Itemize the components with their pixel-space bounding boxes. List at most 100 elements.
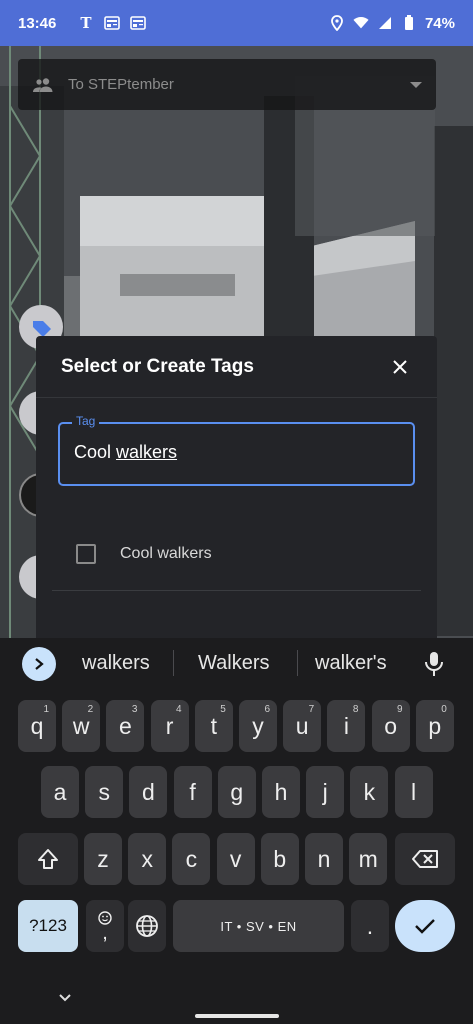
project-select[interactable]: To STEPtember: [18, 59, 436, 110]
key-label: d: [141, 778, 155, 805]
key-label: t: [210, 712, 217, 739]
key-h[interactable]: h: [262, 766, 300, 818]
suggestion-divider: [297, 650, 298, 676]
key-j[interactable]: j: [306, 766, 345, 818]
suggestion-divider: [173, 650, 174, 676]
language-key[interactable]: [128, 900, 166, 952]
key-n[interactable]: n: [305, 833, 343, 885]
location-icon: [329, 15, 345, 31]
key-hint: 5: [220, 704, 226, 715]
key-label: e: [118, 712, 132, 739]
home-gesture-bar[interactable]: [195, 1014, 279, 1018]
key-y[interactable]: y6: [239, 700, 277, 752]
key-hint: 7: [308, 704, 315, 715]
key-i[interactable]: i8: [327, 700, 366, 752]
chevron-right-icon: [35, 658, 44, 670]
close-icon: [393, 359, 407, 374]
key-x[interactable]: x: [128, 833, 167, 885]
news-icon: [104, 15, 121, 31]
key-label: h: [274, 778, 288, 805]
key-label: s: [98, 778, 110, 805]
dialog-header: Select or Create Tags: [36, 336, 437, 398]
backspace-key[interactable]: [395, 833, 455, 885]
key-e[interactable]: e3: [106, 700, 145, 752]
signal-icon: [377, 15, 393, 31]
shift-key[interactable]: [18, 833, 78, 885]
key-o[interactable]: o9: [371, 700, 410, 752]
key-label: k: [363, 778, 376, 805]
key-label: c: [185, 845, 198, 872]
key-z[interactable]: z: [84, 833, 122, 885]
key-label: p: [428, 712, 442, 739]
key-label: u: [295, 712, 309, 739]
key-a[interactable]: a: [41, 766, 79, 818]
key-b[interactable]: b: [260, 833, 299, 885]
divider: [52, 590, 421, 591]
key-hint: 4: [176, 704, 182, 715]
status-time: 13:46: [18, 14, 57, 32]
tag-input-composing-text: walkers: [116, 442, 178, 462]
key-s[interactable]: s: [85, 766, 124, 818]
key-label: m: [358, 845, 378, 872]
enter-key[interactable]: [395, 900, 455, 952]
mic-icon: [425, 652, 443, 676]
key-p[interactable]: p0: [415, 700, 454, 752]
key-label: r: [165, 712, 174, 739]
key-label: n: [317, 845, 331, 872]
voice-input-button[interactable]: [423, 651, 445, 677]
tag-option-row[interactable]: Cool walkers: [76, 544, 212, 564]
key-label: y: [252, 712, 264, 739]
key-label: z: [97, 845, 109, 872]
suggestion-3[interactable]: walker's: [315, 652, 387, 675]
dropdown-arrow-icon: [410, 81, 422, 88]
key-label: x: [141, 845, 153, 872]
suggestion-2[interactable]: Walkers: [198, 652, 269, 675]
key-label: a: [53, 778, 67, 805]
key-label: o: [384, 712, 397, 739]
keyboard: walkers Walkers walker's ?123 , IT • SV …: [0, 638, 473, 1024]
key-label: b: [273, 845, 287, 872]
key-label: w: [72, 712, 90, 739]
key-label: j: [322, 778, 328, 805]
project-select-label: To STEPtember: [68, 76, 174, 93]
expand-toolbar-button[interactable]: [22, 647, 56, 681]
tag-checkbox[interactable]: [76, 544, 96, 564]
key-r[interactable]: r4: [150, 700, 189, 752]
group-icon: [32, 77, 54, 93]
news-icon-2: [130, 15, 147, 31]
key-l[interactable]: l: [394, 766, 433, 818]
tag-input-field[interactable]: Tag Cool walkers: [58, 414, 415, 486]
key-label: l: [411, 778, 417, 805]
suggestion-bar: walkers Walkers walker's: [0, 638, 473, 688]
hide-keyboard-icon[interactable]: [58, 990, 72, 1002]
emoji-comma-key[interactable]: ,: [86, 900, 124, 952]
battery-percent: 74%: [424, 14, 455, 32]
key-m[interactable]: m: [349, 833, 388, 885]
tag-dialog: Select or Create Tags Tag Cool walkers C…: [36, 336, 437, 638]
wifi-icon: [353, 15, 369, 31]
key-t[interactable]: t5: [194, 700, 233, 752]
key-v[interactable]: v: [216, 833, 255, 885]
key-g[interactable]: g: [217, 766, 256, 818]
key-w[interactable]: w2: [62, 700, 101, 752]
key-f[interactable]: f: [173, 766, 212, 818]
tag-input-value[interactable]: Cool walkers: [74, 442, 177, 463]
nyt-icon: T: [78, 15, 94, 31]
period-key[interactable]: .: [351, 900, 389, 952]
space-key[interactable]: IT • SV • EN: [173, 900, 344, 952]
symbols-key[interactable]: ?123: [18, 900, 78, 952]
shift-icon: [38, 849, 58, 869]
key-label: g: [230, 778, 244, 805]
key-u[interactable]: u7: [283, 700, 322, 752]
key-d[interactable]: d: [129, 766, 168, 818]
battery-icon: [401, 15, 417, 31]
key-c[interactable]: c: [172, 833, 211, 885]
key-hint: 9: [397, 704, 403, 715]
suggestion-1[interactable]: walkers: [82, 652, 150, 675]
close-button[interactable]: [388, 355, 412, 379]
status-bar: 13:46 T 74%: [0, 0, 473, 46]
key-q[interactable]: q1: [18, 700, 56, 752]
key-k[interactable]: k: [350, 766, 389, 818]
key-label: f: [189, 778, 196, 805]
backspace-icon: [412, 850, 438, 868]
